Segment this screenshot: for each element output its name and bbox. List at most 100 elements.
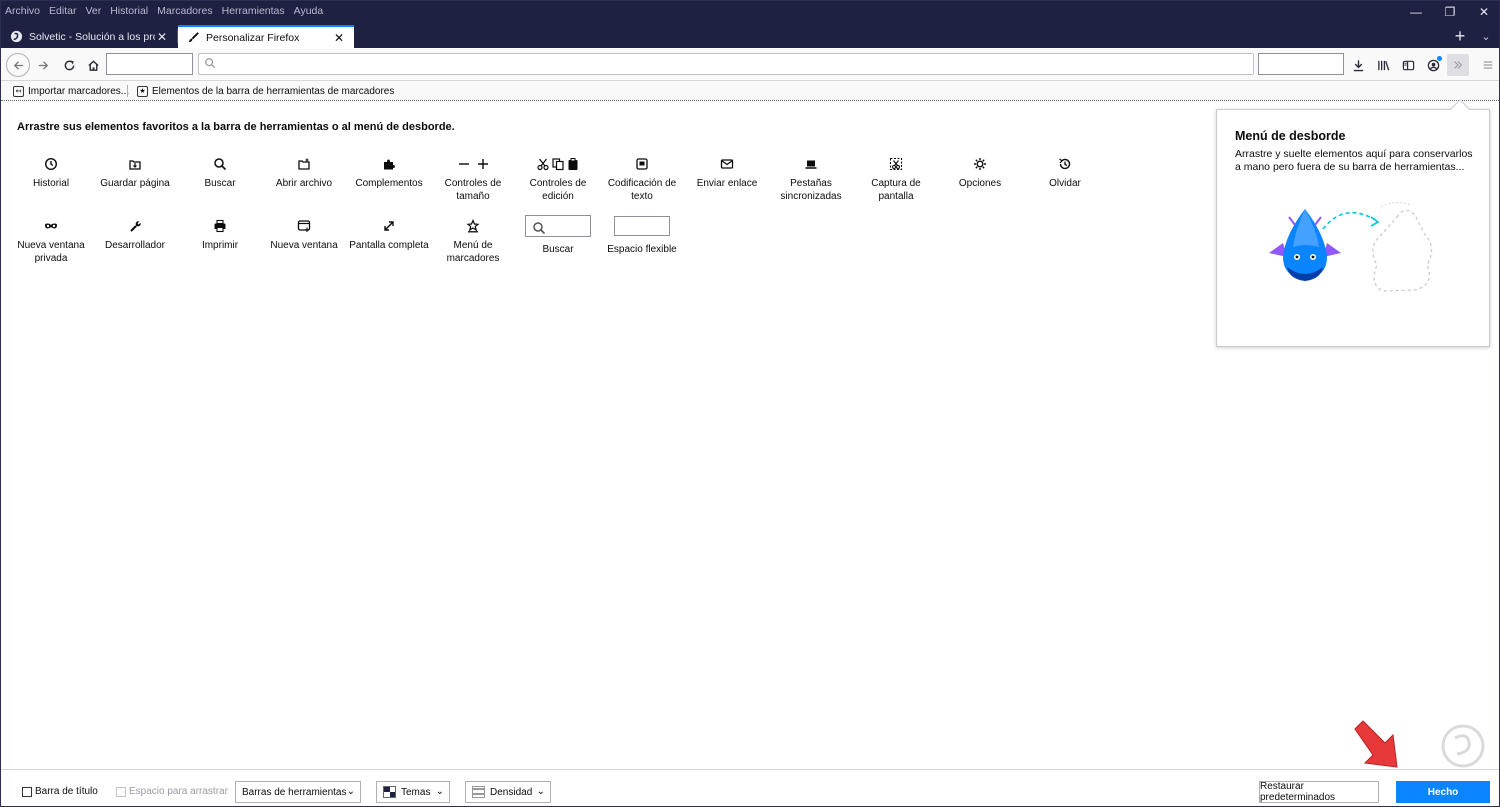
palette-item-menu-marcadores[interactable]: Menú de marcadores — [431, 218, 515, 265]
downloads-button[interactable] — [1347, 54, 1369, 76]
close-tab-icon[interactable]: ✕ — [155, 30, 169, 44]
close-tab-icon[interactable]: ✕ — [332, 31, 346, 45]
restore-defaults-button[interactable]: Restaurar predeterminados — [1259, 781, 1379, 803]
palette-item-espacio-flexible[interactable]: Espacio flexible — [600, 215, 684, 257]
palette-item-imprimir[interactable]: Imprimir — [178, 218, 262, 253]
minimize-button[interactable]: — — [1399, 1, 1433, 23]
menu-herramientas[interactable]: Herramientas — [222, 5, 285, 17]
tab-personalizar[interactable]: Personalizar Firefox ✕ — [178, 25, 354, 48]
wrench-icon — [130, 221, 141, 232]
palette-item-label: Abrir archivo — [275, 178, 333, 189]
toolbars-dropdown[interactable]: Barras de herramientas ⌄ — [235, 781, 361, 803]
palette-item-complementos[interactable]: Complementos — [347, 156, 431, 191]
menu-ayuda[interactable]: Ayuda — [294, 5, 324, 17]
palette-item-desarrollador[interactable]: Desarrollador — [93, 218, 177, 253]
open-file-icon — [298, 158, 310, 170]
menu-marcadores[interactable]: Marcadores — [157, 5, 212, 17]
overflow-panel: Menú de desborde Arrastre y suelte eleme… — [1216, 99, 1490, 347]
palette-item-label: Complementos — [355, 178, 423, 189]
import-bookmarks-button[interactable]: ↤ Importar marcadores... — [10, 83, 132, 99]
copy-icon — [552, 158, 564, 171]
screenshot-icon — [889, 157, 903, 171]
forget-icon — [1059, 158, 1071, 170]
palette-item-olvidar[interactable]: Olvidar — [1023, 156, 1107, 191]
palette-item-abrir-archivo[interactable]: Abrir archivo — [262, 156, 346, 191]
sidebar-button[interactable] — [1397, 54, 1419, 76]
forward-arrow-icon — [38, 60, 48, 70]
checkbox-box[interactable] — [116, 786, 126, 797]
library-button[interactable] — [1372, 54, 1394, 76]
address-bar[interactable] — [198, 53, 1254, 75]
themes-dropdown[interactable]: Temas ⌄ — [376, 781, 450, 803]
palette-item-label: Buscar — [204, 178, 236, 189]
paste-icon — [568, 158, 578, 170]
checkbox-box[interactable] — [22, 786, 32, 797]
bookmark-star-icon — [466, 219, 480, 233]
back-button[interactable] — [6, 53, 30, 77]
palette-item-controles-edicion[interactable]: Controles de edición — [516, 156, 600, 203]
density-icon — [472, 786, 485, 798]
palette-item-guardar-pagina[interactable]: Guardar página — [93, 156, 177, 191]
palette-item-controles-tamano[interactable]: Controles de tamaño — [431, 156, 515, 203]
browser-window: Archivo Editar Ver Historial Marcadores … — [0, 0, 1500, 807]
tab-strip: Solvetic - Solución a los proble ✕ Perso… — [1, 23, 1499, 48]
palette-item-pestanas-sincronizadas[interactable]: Pestañas sincronizadas — [769, 156, 853, 203]
restore-button[interactable]: ❐ — [1433, 1, 1467, 23]
menu-ver[interactable]: Ver — [85, 5, 101, 17]
tab-label: Solvetic - Solución a los proble — [29, 30, 155, 43]
customize-footer: Barra de título Espacio para arrastrar B… — [1, 769, 1499, 806]
palette-item-label: Controles de tamaño — [444, 178, 502, 202]
new-tab-button[interactable]: + — [1449, 25, 1471, 47]
hamburger-menu-button[interactable] — [1477, 54, 1499, 76]
bookmarks-toolbar-items[interactable]: ★ Elementos de la barra de herramientas … — [134, 83, 397, 99]
palette-item-historial[interactable]: Historial — [9, 156, 93, 191]
solvetic-logo-icon — [1441, 724, 1485, 768]
menu-historial[interactable]: Historial — [110, 5, 148, 17]
palette-item-label: Nueva ventana — [270, 240, 338, 251]
palette-item-captura-pantalla[interactable]: Captura de pantalla — [854, 156, 938, 203]
home-button[interactable] — [82, 54, 104, 76]
checkbox-label: Barra de título — [35, 786, 98, 797]
drag-space-checkbox[interactable]: Espacio para arrastrar — [116, 786, 228, 797]
account-button[interactable] — [1422, 54, 1444, 76]
fullscreen-icon — [384, 221, 394, 231]
mail-icon — [720, 159, 734, 169]
window-controls: — ❐ ✕ — [1399, 1, 1499, 23]
palette-item-label: Nueva ventana privada — [17, 240, 85, 264]
tab-solvetic[interactable]: Solvetic - Solución a los proble ✕ — [1, 25, 177, 48]
palette-item-codificacion-texto[interactable]: Codificación de texto — [600, 156, 684, 203]
menu-editar[interactable]: Editar — [49, 5, 76, 17]
palette-item-label: Buscar — [542, 244, 574, 255]
title-bar-checkbox[interactable]: Barra de título — [22, 786, 98, 797]
density-dropdown[interactable]: Densidad ⌄ — [465, 781, 551, 803]
tab-list-chevron-icon[interactable]: ⌄ — [1475, 25, 1497, 47]
palette-item-label: Codificación de texto — [607, 178, 677, 202]
palette-item-enviar-enlace[interactable]: Enviar enlace — [685, 156, 769, 191]
menu-archivo[interactable]: Archivo — [5, 5, 40, 17]
palette-item-nueva-ventana-privada[interactable]: Nueva ventana privada — [9, 218, 93, 265]
overflow-menu-button[interactable] — [1447, 54, 1469, 76]
chevron-down-icon: ⌄ — [346, 786, 355, 797]
palette-item-opciones[interactable]: Opciones — [938, 156, 1022, 191]
chevron-down-icon: ⌄ — [435, 786, 444, 797]
clock-icon — [44, 157, 58, 171]
annotation-arrow-icon — [1354, 720, 1398, 768]
flexible-space-slot — [106, 53, 193, 75]
density-dropdown-label: Densidad — [490, 786, 533, 798]
forward-button[interactable] — [32, 54, 54, 76]
done-button[interactable]: Hecho — [1396, 781, 1490, 803]
panel-arrow — [1450, 99, 1470, 119]
palette-item-buscar[interactable]: Buscar — [178, 156, 262, 191]
double-chevron-icon — [1454, 61, 1463, 69]
palette-item-buscar-caja[interactable]: Buscar — [516, 215, 600, 257]
back-arrow-icon — [13, 60, 23, 70]
private-mask-icon — [45, 223, 57, 229]
palette-item-pantalla-completa[interactable]: Pantalla completa — [347, 218, 431, 253]
zoom-out-icon — [458, 163, 469, 165]
palette-item-nueva-ventana[interactable]: Nueva ventana — [262, 218, 346, 253]
zoom-in-icon — [477, 159, 488, 169]
reload-button[interactable] — [58, 54, 80, 76]
chevron-down-icon: ⌄ — [536, 786, 545, 797]
overflow-dragon-illustration — [1269, 201, 1433, 292]
close-window-button[interactable]: ✕ — [1467, 1, 1499, 23]
